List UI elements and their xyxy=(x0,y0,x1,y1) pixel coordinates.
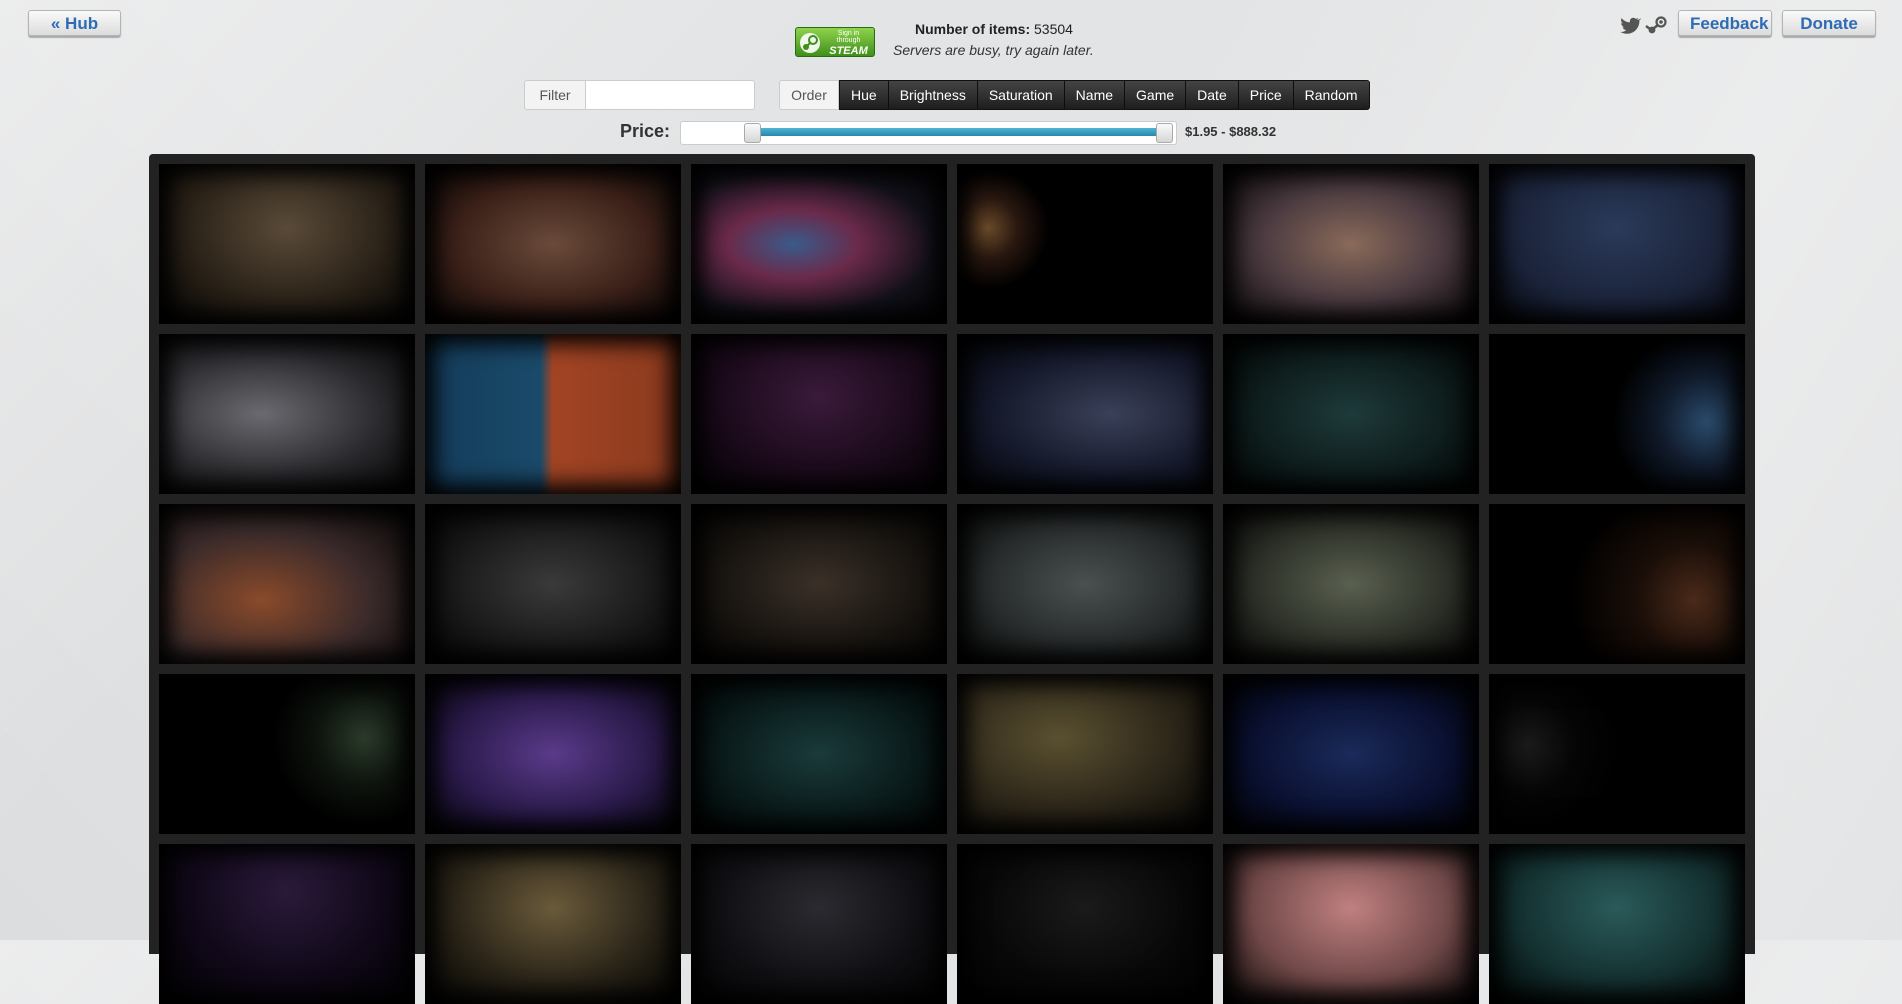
background-tile-lanterns[interactable] xyxy=(1223,674,1479,834)
steam-logo-icon xyxy=(800,33,820,53)
filter-label: Filter xyxy=(524,80,586,110)
background-tile-nebula-splash[interactable] xyxy=(691,164,947,324)
background-tile-skull-emblem[interactable] xyxy=(159,674,415,834)
background-tile-grey-figures[interactable] xyxy=(957,844,1213,1004)
price-slider[interactable] xyxy=(680,121,1177,145)
order-brightness-button[interactable]: Brightness xyxy=(889,81,978,109)
background-tile-green-masks[interactable] xyxy=(1489,844,1745,1004)
background-tile-horned-girl[interactable] xyxy=(159,844,415,1004)
background-tile-red-hair-girls[interactable] xyxy=(691,334,947,494)
donate-button[interactable]: Donate xyxy=(1782,10,1876,36)
hub-button[interactable]: « Hub xyxy=(28,10,121,36)
background-tile-chalk-monsters[interactable] xyxy=(425,504,681,664)
background-tile-vignette xyxy=(691,334,947,494)
server-status: Servers are busy, try again later. xyxy=(893,42,1094,58)
steam-icon[interactable] xyxy=(1645,14,1669,38)
background-tile-night-city[interactable] xyxy=(1223,504,1479,664)
background-tile-vignette xyxy=(957,674,1213,834)
background-tile-vignette xyxy=(1223,334,1479,494)
background-tile-anime-mech-girl[interactable] xyxy=(425,164,681,324)
background-tile-vignette xyxy=(425,504,681,664)
item-count-label: Number of items: xyxy=(915,21,1031,37)
order-name-button[interactable]: Name xyxy=(1065,81,1126,109)
background-tile-vignette xyxy=(957,844,1213,1004)
background-tile-character-emblem[interactable] xyxy=(957,164,1213,324)
background-tile-neon-signs[interactable] xyxy=(691,674,947,834)
background-tile-vignette xyxy=(1489,844,1745,1004)
steam-signin-button[interactable]: Sign in through STEAM xyxy=(795,27,875,57)
background-tile-chinatown-street[interactable] xyxy=(1223,164,1479,324)
background-tile-vignette xyxy=(159,674,415,834)
background-tile-forest-fog[interactable] xyxy=(159,164,415,324)
order-price-button[interactable]: Price xyxy=(1239,81,1294,109)
filter-input[interactable] xyxy=(585,80,755,110)
background-tile-goalie-mask[interactable] xyxy=(957,674,1213,834)
order-game-button[interactable]: Game xyxy=(1125,81,1187,109)
background-tile-photo-collage[interactable] xyxy=(159,334,415,494)
background-tile-anime-group[interactable] xyxy=(1223,844,1479,1004)
order-button-group: Hue Brightness Saturation Name Game Date… xyxy=(839,80,1370,110)
order-date-button[interactable]: Date xyxy=(1186,81,1239,109)
background-tile-purple-skeletons[interactable] xyxy=(425,674,681,834)
item-count-value: 53504 xyxy=(1034,21,1073,37)
signin-steam-text: STEAM xyxy=(829,45,868,57)
background-tile-fire-battle[interactable] xyxy=(159,504,415,664)
background-tile-vignette xyxy=(957,334,1213,494)
order-saturation-button[interactable]: Saturation xyxy=(978,81,1065,109)
price-label: Price: xyxy=(620,121,671,141)
order-label: Order xyxy=(779,80,839,110)
background-tile-dark-wires[interactable] xyxy=(691,844,947,1004)
signin-text: Sign in through xyxy=(836,30,861,44)
background-tile-vignette xyxy=(957,164,1213,324)
background-tile-vignette xyxy=(1489,334,1745,494)
twitter-icon[interactable] xyxy=(1617,14,1641,38)
background-tile-vignette xyxy=(957,504,1213,664)
order-hue-button[interactable]: Hue xyxy=(840,81,889,109)
background-tile-vignette xyxy=(159,504,415,664)
item-count: Number of items: 53504 xyxy=(915,21,1073,37)
background-tile-vignette xyxy=(1223,844,1479,1004)
background-tile-vignette xyxy=(1223,164,1479,324)
background-tile-vignette xyxy=(425,334,681,494)
background-tile-vignette xyxy=(1223,674,1479,834)
background-tile-white-hair-girls[interactable] xyxy=(957,334,1213,494)
price-min-handle[interactable] xyxy=(744,123,761,143)
background-tile-mermaid[interactable] xyxy=(1489,334,1745,494)
background-tile-blue-orange-split[interactable] xyxy=(425,334,681,494)
background-tile-vignette xyxy=(691,164,947,324)
background-tile-steampunk[interactable] xyxy=(425,844,681,1004)
background-tile-vignette xyxy=(691,844,947,1004)
background-tile-vignette xyxy=(691,674,947,834)
price-range-value: $1.95 - $888.32 xyxy=(1185,124,1277,139)
background-tile-sketch-figure[interactable] xyxy=(1489,674,1745,834)
background-tile-dark-alley[interactable] xyxy=(1223,334,1479,494)
background-tile-vignette xyxy=(159,164,415,324)
background-tile-vignette xyxy=(159,844,415,1004)
background-tile-vignette xyxy=(159,334,415,494)
background-tile-vignette xyxy=(425,844,681,1004)
background-tile-vignette xyxy=(425,674,681,834)
background-tile-blue-pixel-room[interactable] xyxy=(1489,164,1745,324)
background-tile-vignette xyxy=(691,504,947,664)
background-tile-vignette xyxy=(1223,504,1479,664)
background-gallery xyxy=(149,154,1755,1004)
order-random-button[interactable]: Random xyxy=(1294,81,1369,109)
background-tile-rainy-race[interactable] xyxy=(957,504,1213,664)
background-tile-vignette xyxy=(1489,164,1745,324)
price-slider-range xyxy=(753,128,1166,136)
background-tile-vignette xyxy=(1489,674,1745,834)
price-max-handle[interactable] xyxy=(1156,123,1173,143)
background-tile-vignette xyxy=(1489,504,1745,664)
background-tile-dark-fantasy-girls[interactable] xyxy=(691,504,947,664)
feedback-button[interactable]: Feedback xyxy=(1678,10,1772,36)
background-tile-vignette xyxy=(425,164,681,324)
background-tile-red-bikini-girl[interactable] xyxy=(1489,504,1745,664)
